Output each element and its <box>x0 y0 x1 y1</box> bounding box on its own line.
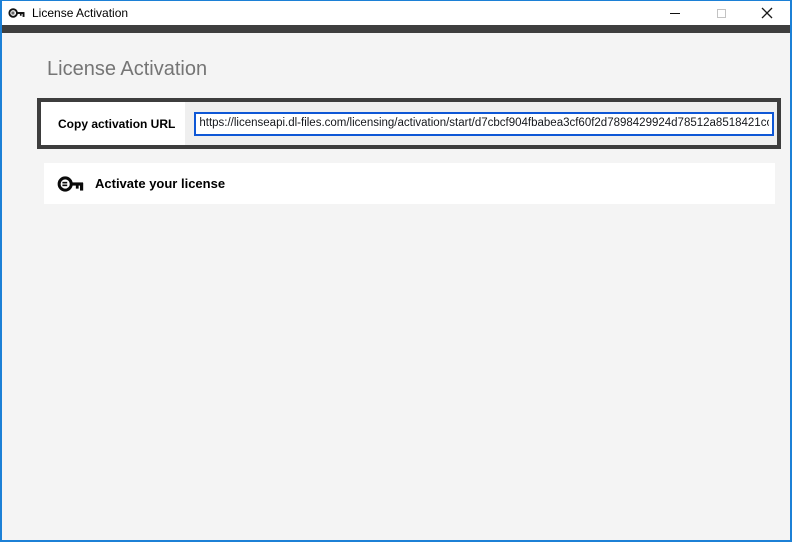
activate-license-label: Activate your license <box>95 176 225 191</box>
page-title: License Activation <box>47 58 775 81</box>
window-title: License Activation <box>32 6 128 20</box>
title-bar: License Activation <box>2 1 790 25</box>
activation-url-field-wrap <box>185 102 777 145</box>
copy-activation-url-row: Copy activation URL <box>37 98 781 149</box>
header-dark-strip <box>2 25 790 33</box>
main-content: License Activation Copy activation URL A… <box>2 58 790 204</box>
maximize-button <box>698 1 744 25</box>
key-icon <box>8 6 25 20</box>
close-icon <box>761 7 773 19</box>
minimize-icon <box>670 13 680 14</box>
copy-activation-url-label: Copy activation URL <box>41 102 185 145</box>
maximize-icon <box>717 9 726 18</box>
activate-license-button[interactable]: Activate your license <box>44 163 775 204</box>
activation-url-input[interactable] <box>194 112 774 136</box>
close-button[interactable] <box>744 1 790 25</box>
minimize-button[interactable] <box>652 1 698 25</box>
key-icon <box>57 173 84 195</box>
license-activation-window: License Activation License Activation Co… <box>0 0 792 542</box>
